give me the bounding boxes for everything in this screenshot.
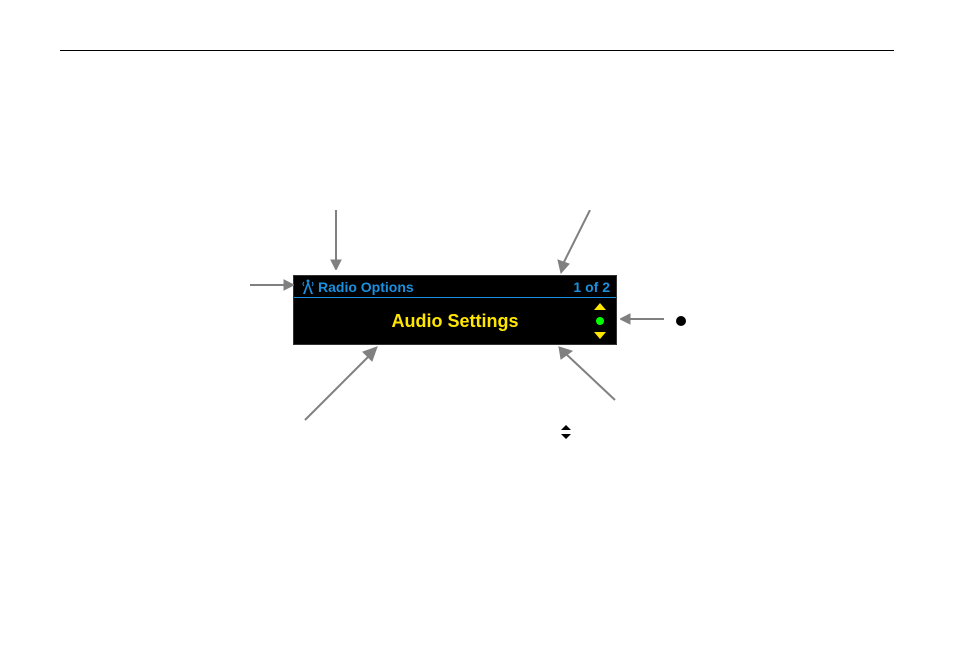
lcd-menu-item[interactable]: Audio Settings	[392, 311, 519, 332]
arrow-to-menu-item	[300, 345, 380, 425]
arrow-to-header-count	[555, 210, 595, 274]
lcd-header-count: 1 of 2	[573, 279, 610, 295]
scroll-up-icon	[594, 303, 606, 310]
lcd-header: Radio Options 1 of 2	[294, 276, 616, 298]
arrow-to-tower-icon	[250, 276, 294, 294]
scroll-dot-icon	[596, 317, 604, 325]
arrow-to-scroll-right	[620, 310, 664, 328]
lcd-header-title: Radio Options	[318, 279, 414, 295]
radio-tower-icon	[300, 279, 316, 295]
up-down-glyph	[561, 425, 571, 439]
page-top-rule	[60, 50, 894, 51]
scroll-indicator[interactable]	[594, 303, 606, 339]
lcd-body: Audio Settings	[294, 298, 616, 344]
scroll-down-icon	[594, 332, 606, 339]
lcd-screen: Radio Options 1 of 2 Audio Settings	[293, 275, 617, 345]
small-down-icon	[561, 434, 571, 439]
arrow-to-scroll-lower	[555, 345, 625, 405]
bullet-point	[676, 316, 686, 326]
small-up-icon	[561, 425, 571, 430]
arrow-to-header-title	[328, 210, 344, 270]
